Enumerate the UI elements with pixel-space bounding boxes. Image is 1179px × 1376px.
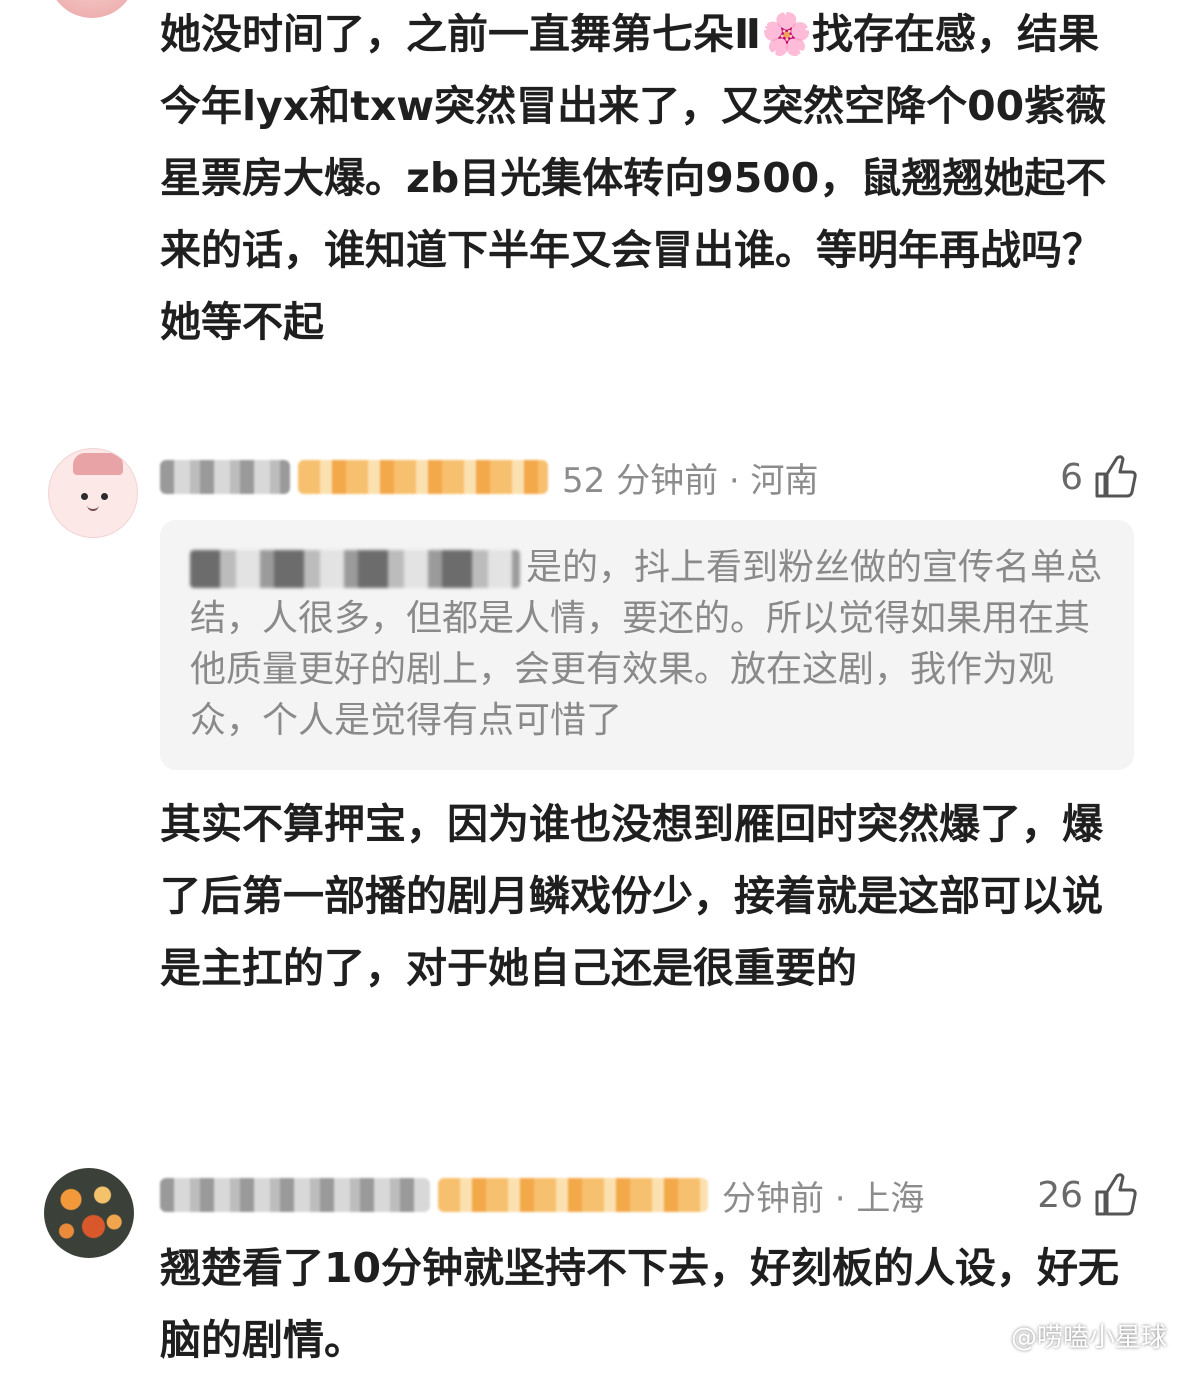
comment-text: 翘楚看了10分钟就坚持不下去，好刻板的人设，好无脑的剧情。 — [160, 1244, 1120, 1364]
avatar[interactable] — [48, 448, 138, 538]
quoted-comment[interactable]: 是的，抖上看到粉丝做的宣传名单总结，人很多，但都是人情，要还的。所以觉得如果用在… — [160, 520, 1134, 770]
like-button[interactable]: 6 — [1060, 454, 1139, 500]
avatar-mouth — [87, 503, 99, 511]
thumbs-up-icon — [1093, 454, 1139, 500]
avatar[interactable] — [44, 1168, 134, 1258]
badge-blurred — [298, 460, 548, 494]
quoted-username-blurred — [190, 550, 520, 588]
comment-text: 其实不算押宝，因为谁也没想到雁回时突然爆了，爆了后第一部播的剧月鳞戏份少，接着就… — [160, 800, 1103, 992]
like-count: 6 — [1060, 456, 1083, 498]
comment-meta: 52 分钟前 · 河南 6 — [160, 452, 1139, 502]
comment-text: 她没时间了，之前一直舞第七朵Ⅱ🌸找存在感，结果今年lyx和txw突然冒出来了，又… — [160, 10, 1107, 346]
avatar-hat — [73, 453, 123, 475]
comment-time-location: 52 分钟前 · 河南 — [562, 460, 819, 501]
like-count: 26 — [1037, 1174, 1083, 1216]
weibo-logo-icon — [974, 1324, 1005, 1348]
comment-time-location: 分钟前 · 上海 — [722, 1178, 925, 1219]
watermark: @唠嗑小星球 — [974, 1317, 1167, 1354]
avatar-eye — [81, 493, 88, 500]
like-button[interactable]: 26 — [1037, 1172, 1139, 1218]
username-blurred[interactable] — [160, 460, 290, 494]
quoted-comment-body: 是的，抖上看到粉丝做的宣传名单总结，人很多，但都是人情，要还的。所以觉得如果用在… — [190, 542, 1120, 746]
watermark-text: @唠嗑小星球 — [1010, 1323, 1167, 1353]
username-blurred[interactable] — [160, 1178, 430, 1212]
avatar[interactable] — [48, 0, 136, 18]
thumbs-up-icon — [1093, 1172, 1139, 1218]
comment-meta: 分钟前 · 上海 26 — [160, 1170, 1139, 1220]
badge-blurred — [438, 1178, 708, 1212]
avatar-eye — [101, 493, 108, 500]
